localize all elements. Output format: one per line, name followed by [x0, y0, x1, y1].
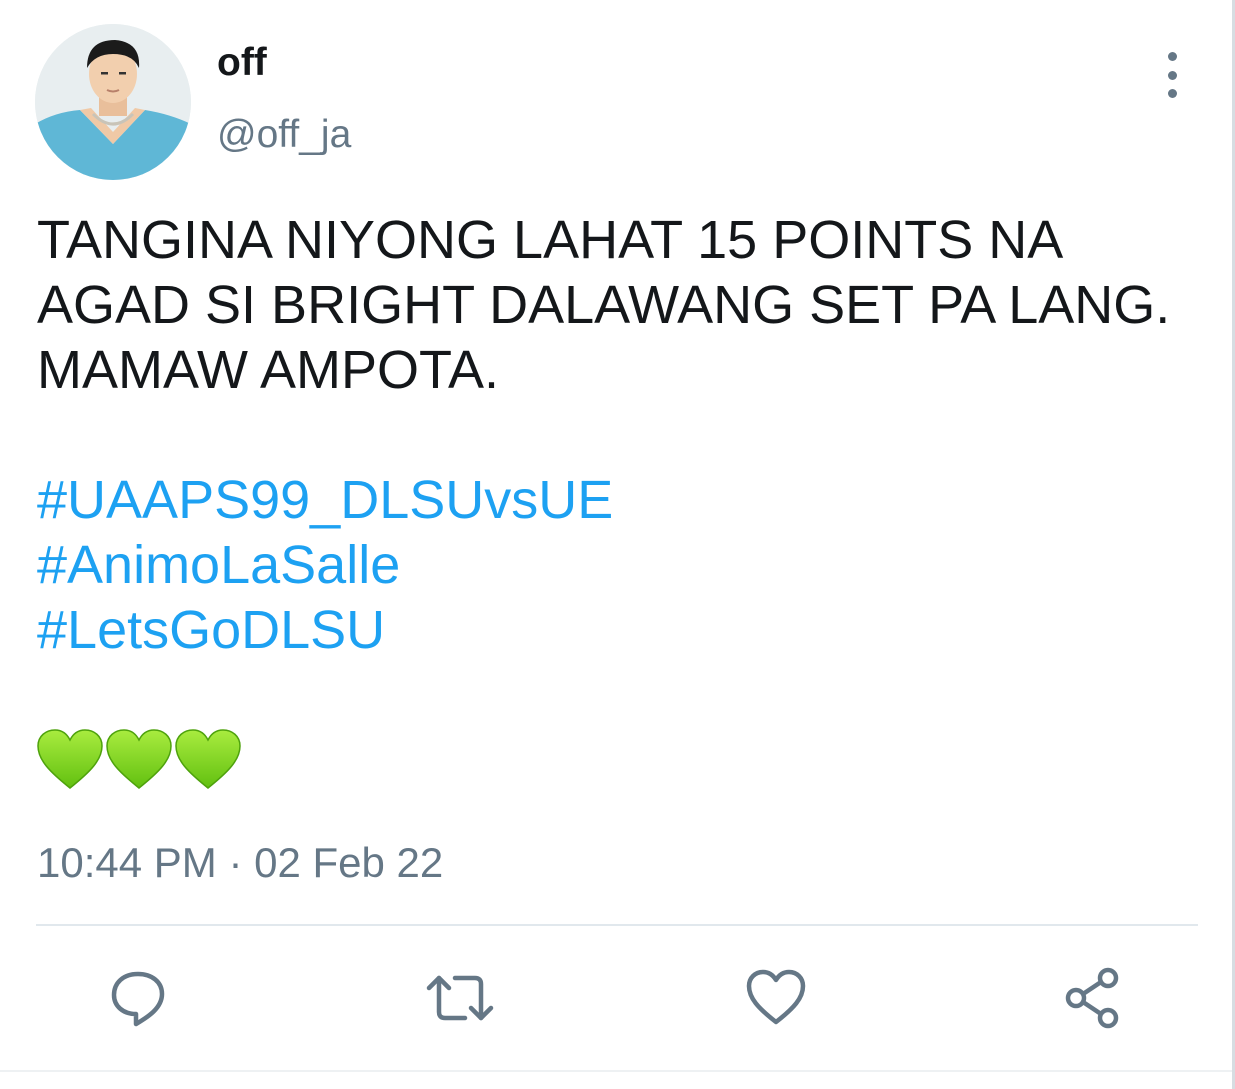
- tweet-timestamp[interactable]: 10:44 PM · 02 Feb 22: [37, 838, 443, 888]
- avatar[interactable]: [35, 24, 191, 180]
- user-handle[interactable]: @off_ja: [217, 112, 351, 158]
- more-options-icon[interactable]: [1152, 52, 1192, 98]
- retweet-button[interactable]: [425, 966, 494, 1030]
- display-name[interactable]: off: [217, 40, 267, 86]
- green-heart-icon: [175, 729, 241, 789]
- green-heart-icon: [106, 729, 172, 789]
- green-heart-icon: [37, 729, 103, 789]
- share-icon: [1065, 967, 1119, 1029]
- share-button[interactable]: [1060, 966, 1124, 1030]
- tweet-card: off @off_ja TANGINA NIYONG LAHAT 15 POIN…: [0, 0, 1235, 1089]
- more-dot: [1167, 52, 1177, 61]
- hashtag-list: #UAAPS99_DLSUvsUE #AnimoLaSalle #LetsGoD…: [37, 468, 613, 663]
- hashtag-link[interactable]: #LetsGoDLSU: [37, 598, 613, 663]
- bottom-border: [0, 1070, 1235, 1072]
- heart-icon: [746, 969, 806, 1025]
- divider: [36, 924, 1198, 926]
- reply-icon: [111, 971, 165, 1027]
- avatar-image: [35, 24, 191, 180]
- hashtag-link[interactable]: #UAAPS99_DLSUvsUE: [37, 468, 613, 533]
- reply-button[interactable]: [106, 966, 170, 1030]
- retweet-icon: [426, 975, 494, 1021]
- more-dot: [1167, 70, 1177, 80]
- tweet-text: TANGINA NIYONG LAHAT 15 POINTS NA AGAD S…: [37, 210, 1171, 400]
- more-dot: [1167, 89, 1177, 98]
- like-button[interactable]: [744, 966, 808, 1030]
- hashtag-link[interactable]: #AnimoLaSalle: [37, 533, 613, 598]
- emoji-row: [36, 728, 242, 792]
